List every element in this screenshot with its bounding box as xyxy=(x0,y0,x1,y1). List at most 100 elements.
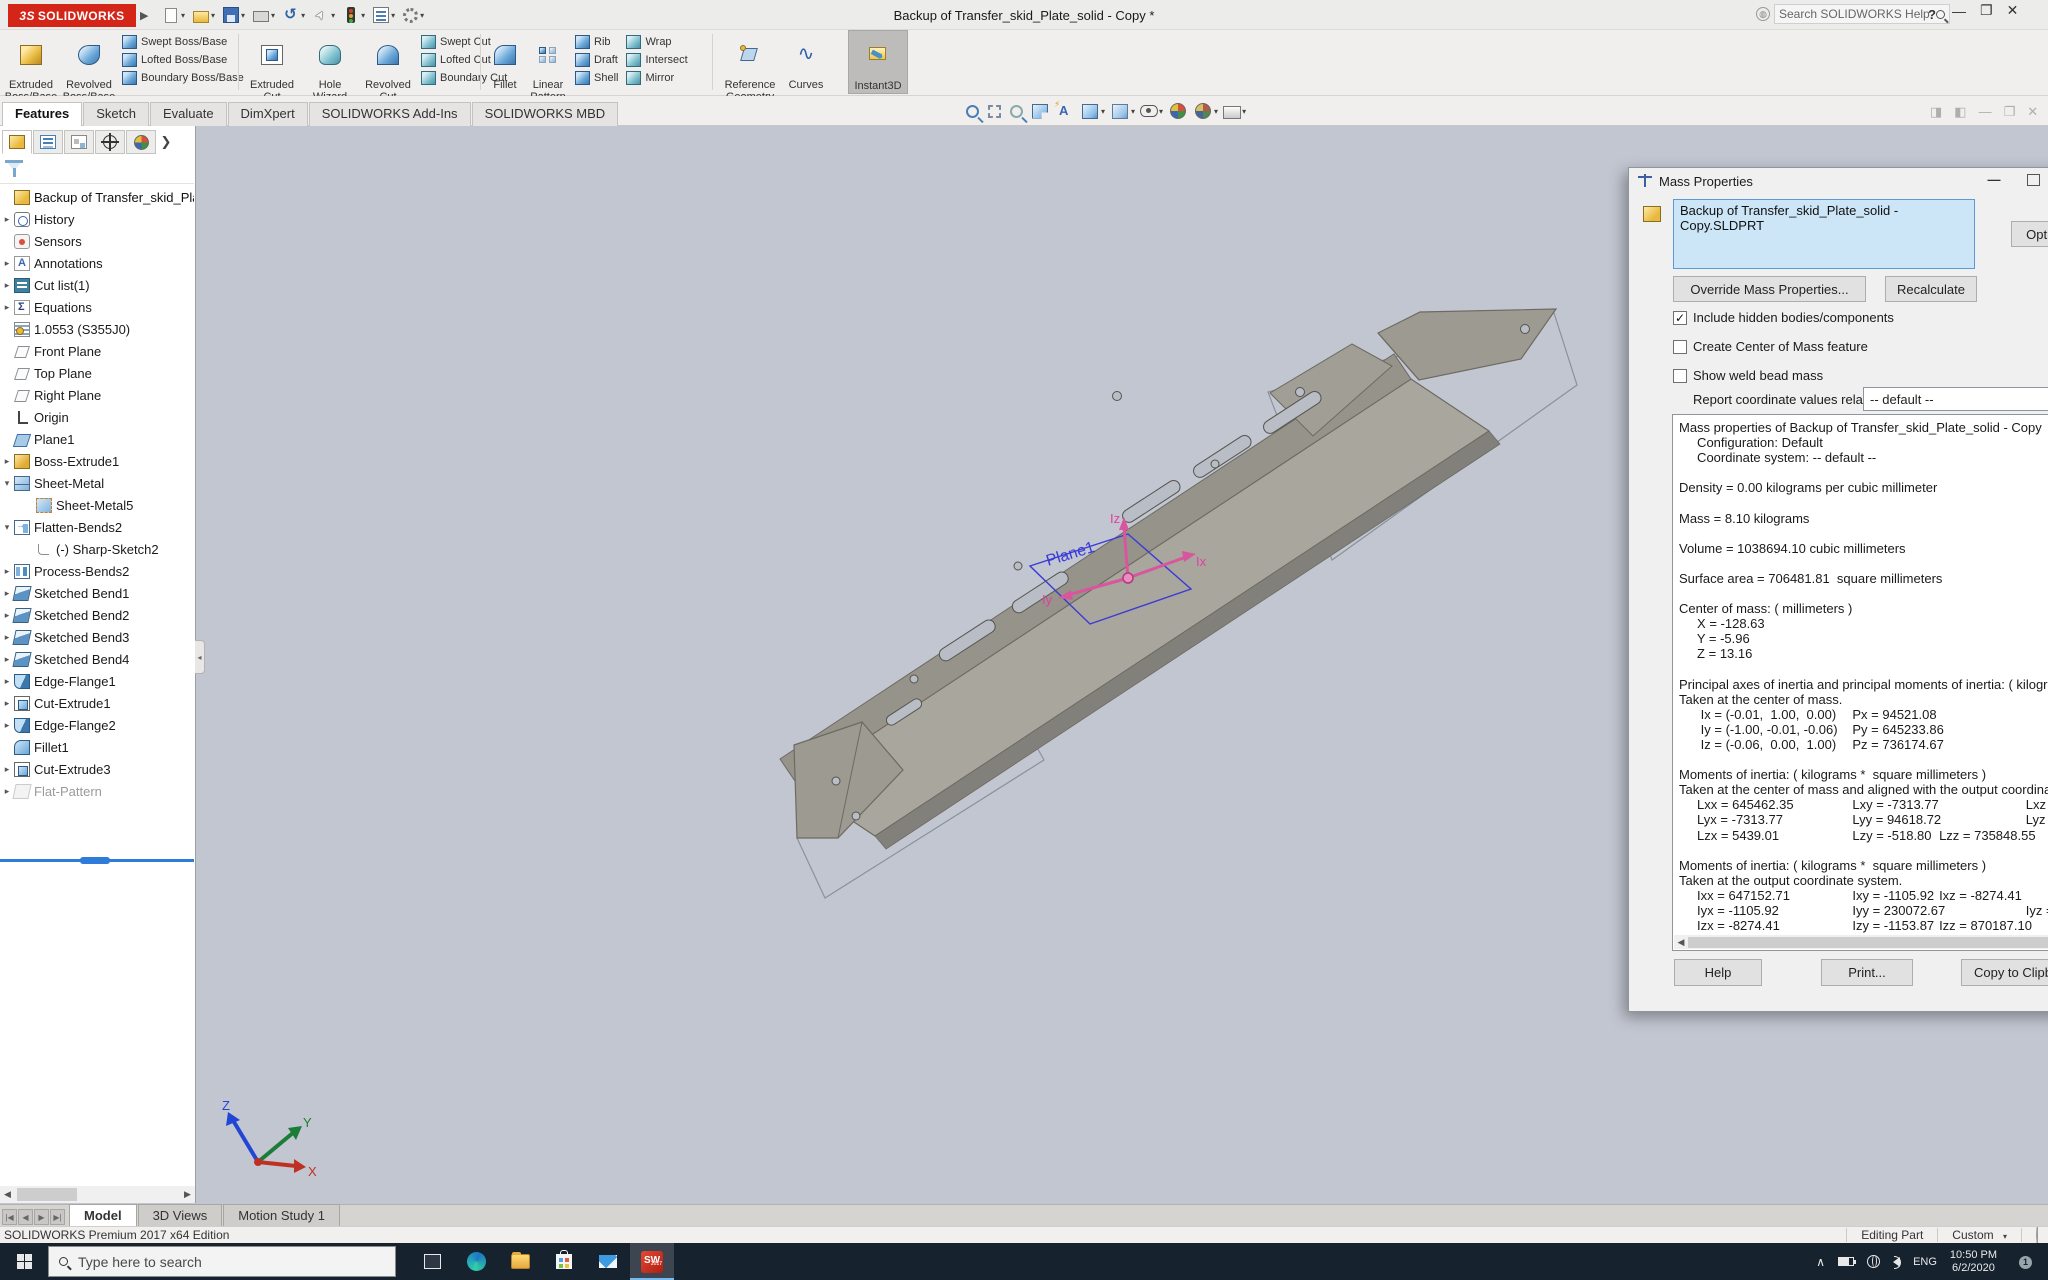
display-style-button[interactable]: ▾ xyxy=(1110,102,1135,121)
model-tab[interactable]: Motion Study 1 xyxy=(223,1204,340,1226)
coordinate-system-dropdown[interactable]: -- default -- xyxy=(1863,387,2048,411)
start-button[interactable] xyxy=(0,1243,48,1280)
doc-close-button[interactable]: ✕ xyxy=(2027,104,2038,120)
tree-item[interactable]: Sketched Bend2 xyxy=(0,604,194,626)
panel-collapse-handle[interactable]: ◂ xyxy=(195,640,205,674)
expand-arrow[interactable] xyxy=(0,302,14,313)
tree-item[interactable]: Fillet1 xyxy=(0,736,194,758)
include-hidden-checkbox-row[interactable]: ✓ Include hidden bodies/components xyxy=(1673,310,1894,325)
tree-filter-row[interactable] xyxy=(0,158,194,184)
panel-expand-chevron[interactable]: ❯ xyxy=(157,130,175,154)
quick-access-button[interactable]: ▾ xyxy=(190,4,218,26)
edit-appearance-button[interactable] xyxy=(1168,101,1188,121)
ribbon-small-button[interactable]: Mirror xyxy=(622,70,691,85)
tree-item[interactable]: Process-Bends2 xyxy=(0,560,194,582)
selected-item-box[interactable]: Backup of Transfer_skid_Plate_solid - Co… xyxy=(1673,199,1975,269)
expand-arrow[interactable] xyxy=(0,632,14,643)
taskbar-clock[interactable]: 10:50 PM 6/2/2020 xyxy=(1950,1249,1997,1275)
restore-button[interactable]: ❐ xyxy=(1980,2,1993,19)
dialog-maximize-button[interactable] xyxy=(2027,174,2040,186)
tree-item[interactable]: Sketched Bend3 xyxy=(0,626,194,648)
tree-item[interactable]: Cut-Extrude1 xyxy=(0,692,194,714)
hide-show-items-button[interactable]: ▾ xyxy=(1140,101,1163,121)
configuration-selector[interactable]: Custom ▾ xyxy=(1937,1228,2021,1242)
help-button[interactable]: Help xyxy=(1674,959,1762,986)
rollback-bar[interactable] xyxy=(0,859,194,862)
solidworks-taskbar-button[interactable]: SW2017 xyxy=(630,1243,674,1280)
tree-item[interactable]: Sensors xyxy=(0,230,194,252)
recalculate-button[interactable]: Recalculate xyxy=(1885,276,1977,302)
tree-item[interactable]: Origin xyxy=(0,406,194,428)
section-view-button[interactable] xyxy=(1030,102,1050,121)
scroll-left-arrow[interactable]: ◀ xyxy=(1674,937,1688,948)
command-tab[interactable]: Features xyxy=(2,102,82,126)
expand-arrow[interactable] xyxy=(0,764,14,775)
pane-left-icon[interactable]: ◨ xyxy=(1930,104,1942,120)
tree-item[interactable]: Flatten-Bends2 xyxy=(0,516,194,538)
taskbar-app-button[interactable] xyxy=(586,1243,630,1280)
tree-item[interactable]: Annotations xyxy=(0,252,194,274)
volume-icon[interactable] xyxy=(1893,1257,1900,1267)
tree-item[interactable]: Edge-Flange2 xyxy=(0,714,194,736)
taskbar-app-button[interactable] xyxy=(410,1243,454,1280)
prev-tab-button[interactable]: ◀ xyxy=(18,1209,33,1225)
taskbar-app-button[interactable] xyxy=(542,1243,586,1280)
taskbar-app-button[interactable] xyxy=(454,1243,498,1280)
display-manager-tab[interactable] xyxy=(126,130,156,154)
property-manager-tab[interactable] xyxy=(33,130,63,154)
expand-arrow[interactable] xyxy=(0,522,14,533)
action-center-button[interactable]: 1 xyxy=(2010,1252,2036,1272)
help-search-input[interactable]: Search SOLIDWORKS Help xyxy=(1774,4,1950,24)
expand-arrow[interactable] xyxy=(0,566,14,577)
apply-scene-button[interactable]: ▾ xyxy=(1193,101,1218,121)
quick-access-button[interactable]: ▾ xyxy=(400,4,427,26)
dynamic-annotation-button[interactable] xyxy=(1055,101,1075,121)
quick-access-button[interactable]: ▾ xyxy=(340,4,368,26)
tree-item[interactable]: 1.0553 (S355J0) xyxy=(0,318,194,340)
tree-item[interactable]: Cut-Extrude3 xyxy=(0,758,194,780)
ribbon-small-button[interactable]: Boundary Boss/Base xyxy=(118,70,248,85)
command-tab[interactable]: Sketch xyxy=(83,102,149,126)
taskbar-search-input[interactable]: Type here to search xyxy=(48,1246,396,1277)
scrollbar-thumb[interactable] xyxy=(17,1188,77,1201)
last-tab-button[interactable]: ▶| xyxy=(50,1209,65,1225)
tree-item[interactable]: Flat-Pattern xyxy=(0,780,194,802)
dimxpert-manager-tab[interactable] xyxy=(95,130,125,154)
tree-item[interactable]: Sheet-Metal5 xyxy=(0,494,194,516)
close-button[interactable]: ✕ xyxy=(2007,2,2019,19)
override-mass-properties-button[interactable]: Override Mass Properties... xyxy=(1673,276,1866,302)
tree-item[interactable]: Sketched Bend4 xyxy=(0,648,194,670)
expand-arrow[interactable] xyxy=(0,698,14,709)
quick-access-button[interactable]: ▾ xyxy=(250,4,278,26)
battery-icon[interactable] xyxy=(1838,1257,1854,1266)
tree-item[interactable]: Cut list(1) xyxy=(0,274,194,296)
expand-arrow[interactable] xyxy=(0,258,14,269)
checkbox[interactable]: ✓ xyxy=(1673,311,1687,325)
create-com-checkbox-row[interactable]: Create Center of Mass feature xyxy=(1673,339,1868,354)
logo-expand-arrow[interactable]: ▶ xyxy=(140,9,148,22)
quick-access-button[interactable]: ▾ xyxy=(160,4,188,26)
ribbon-small-button[interactable]: Intersect xyxy=(622,52,691,67)
ribbon-small-button[interactable]: Wrap xyxy=(622,34,691,49)
expand-arrow[interactable] xyxy=(0,456,14,467)
minimize-button[interactable]: — xyxy=(1952,3,1966,19)
tree-item[interactable]: Plane1 xyxy=(0,428,194,450)
checkbox[interactable] xyxy=(1673,340,1687,354)
model-tab[interactable]: 3D Views xyxy=(138,1204,223,1226)
weld-bead-checkbox-row[interactable]: Show weld bead mass xyxy=(1673,368,1823,383)
quick-access-button[interactable]: ▾ xyxy=(370,4,398,26)
ribbon-small-button[interactable]: Draft xyxy=(571,52,622,67)
next-tab-button[interactable]: ▶ xyxy=(34,1209,49,1225)
print-button[interactable]: Print... xyxy=(1821,959,1913,986)
expand-arrow[interactable] xyxy=(0,720,14,731)
ribbon-small-button[interactable]: Shell xyxy=(571,70,622,85)
dialog-minimize-button[interactable]: — xyxy=(1981,172,2007,190)
first-tab-button[interactable]: |◀ xyxy=(2,1209,17,1225)
quick-access-button[interactable]: ▾ xyxy=(280,4,308,26)
taskbar-app-button[interactable] xyxy=(498,1243,542,1280)
language-indicator[interactable]: ENG xyxy=(1913,1256,1937,1268)
instant3d-toggle[interactable]: Instant3D xyxy=(848,30,908,94)
doc-restore-button[interactable]: ❐ xyxy=(2004,104,2016,120)
hidden-icons-chevron[interactable]: ∧ xyxy=(1816,1255,1825,1269)
tag-button[interactable] xyxy=(2021,1228,2038,1242)
